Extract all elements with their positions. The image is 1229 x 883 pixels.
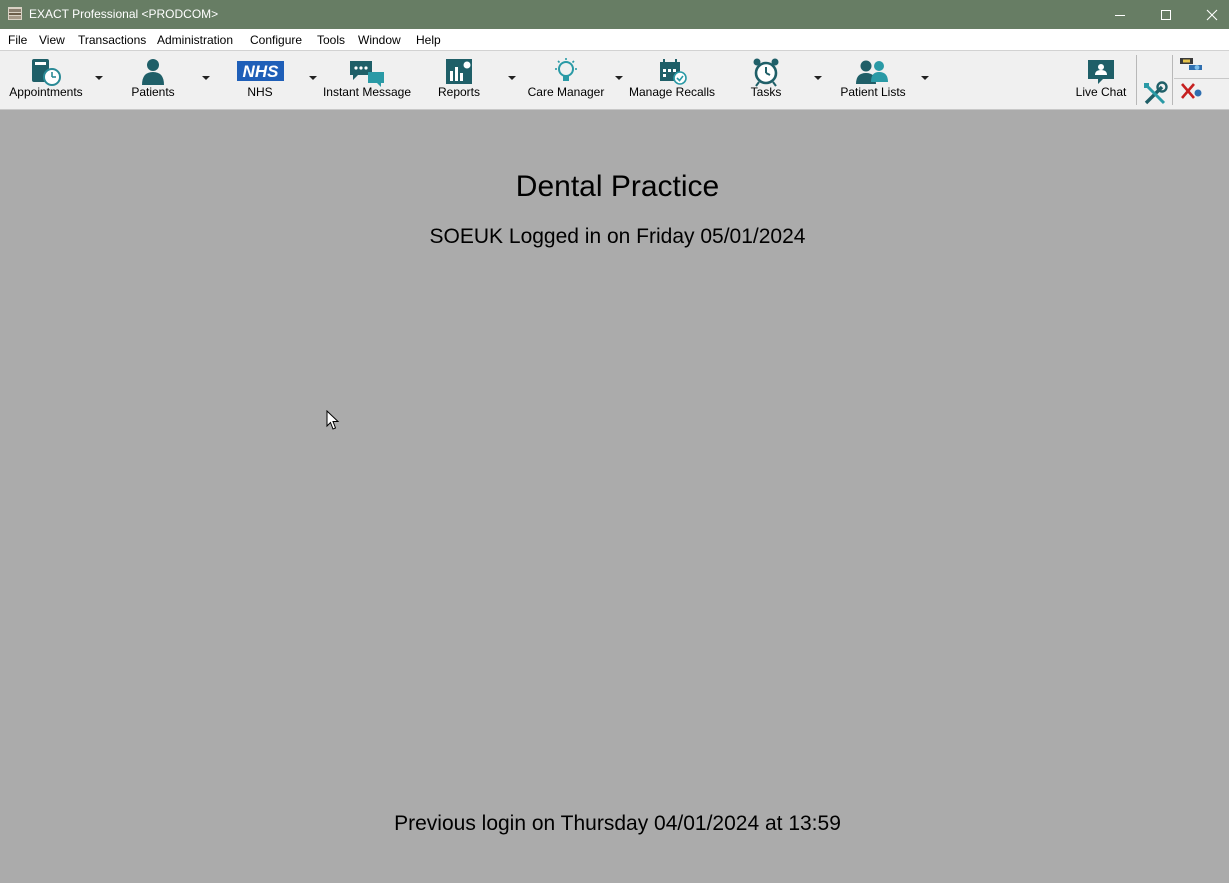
lightbulb-icon — [555, 58, 577, 81]
menu-window[interactable]: Window — [358, 33, 401, 47]
main-content: Dental Practice SOEUK Logged in on Frida… — [0, 110, 1229, 881]
login-status-text: SOEUK Logged in on Friday 05/01/2024 — [429, 225, 806, 248]
instant-message-button[interactable]: Instant Message — [320, 51, 414, 109]
patient-person-icon — [142, 59, 164, 85]
tools-wrench-icon — [1144, 81, 1168, 105]
patients-label: Patients — [131, 85, 175, 99]
nhs-button[interactable]: NHS NHS — [230, 51, 290, 109]
disconnect-x-icon — [1181, 83, 1202, 99]
practice-name: Dental Practice — [515, 170, 720, 203]
manage-recalls-button[interactable]: Manage Recalls — [627, 51, 717, 109]
menu-tools[interactable]: Tools — [317, 33, 345, 47]
minimize-icon — [1115, 14, 1125, 16]
svg-text:NHS: NHS — [243, 62, 280, 81]
menu-transactions[interactable]: Transactions — [78, 33, 146, 47]
people-group-icon — [856, 60, 888, 84]
connect-button[interactable] — [1175, 51, 1209, 77]
appointments-button[interactable]: Appointments — [0, 51, 92, 109]
reports-button[interactable]: Reports — [428, 51, 490, 109]
patient-lists-dropdown-icon[interactable] — [921, 76, 929, 80]
reports-dropdown-icon[interactable] — [508, 76, 516, 80]
reports-label: Reports — [437, 85, 481, 99]
maximize-icon — [1161, 9, 1171, 20]
tasks-label: Tasks — [750, 85, 782, 99]
toolbar-separator — [1136, 55, 1137, 105]
appointments-label: Appointments — [9, 85, 83, 99]
chat-support-icon — [1088, 60, 1114, 84]
alarm-clock-icon — [753, 58, 779, 87]
appointments-dropdown-icon[interactable] — [95, 76, 103, 80]
app-icon — [8, 7, 22, 20]
patients-button[interactable]: Patients — [122, 51, 184, 109]
care-manager-button[interactable]: Care Manager — [524, 51, 608, 109]
mouse-cursor-icon — [326, 410, 340, 430]
instant-message-label: Instant Message — [322, 85, 412, 99]
menu-help[interactable]: Help — [416, 33, 441, 47]
title-bar: EXACT Professional <PRODCOM> — [0, 0, 1229, 29]
care-manager-dropdown-icon[interactable] — [615, 76, 623, 80]
live-chat-button[interactable]: Live Chat — [1072, 51, 1130, 109]
tools-button[interactable] — [1138, 51, 1172, 109]
chat-bubbles-icon — [350, 61, 384, 87]
toolbar-separator-2 — [1172, 55, 1173, 105]
tasks-button[interactable]: Tasks — [735, 51, 797, 109]
appointments-clock-icon — [32, 59, 61, 86]
menu-file[interactable]: File — [8, 33, 27, 47]
minimize-button[interactable] — [1097, 0, 1143, 29]
maximize-button[interactable] — [1143, 0, 1189, 29]
previous-login-text: Previous login on Thursday 04/01/2024 at… — [394, 812, 841, 835]
care-manager-label: Care Manager — [527, 85, 605, 99]
calendar-check-icon — [660, 59, 687, 85]
network-connect-icon — [1180, 58, 1202, 70]
patients-dropdown-icon[interactable] — [202, 76, 210, 80]
bar-chart-icon — [446, 59, 472, 84]
nhs-label: NHS — [247, 85, 273, 99]
menu-bar: File View Transactions Administration Co… — [0, 29, 1229, 50]
nhs-dropdown-icon[interactable] — [309, 76, 317, 80]
manage-recalls-label: Manage Recalls — [628, 85, 716, 99]
patient-lists-button[interactable]: Patient Lists — [834, 51, 912, 109]
disconnect-button[interactable] — [1175, 79, 1209, 107]
menu-configure[interactable]: Configure — [250, 33, 302, 47]
live-chat-label: Live Chat — [1075, 85, 1127, 99]
window-title: EXACT Professional <PRODCOM> — [29, 7, 219, 21]
patient-lists-label: Patient Lists — [840, 85, 906, 99]
toolbar: Appointments Patients NHS NHS Instant Me… — [0, 50, 1229, 110]
menu-view[interactable]: View — [39, 33, 65, 47]
close-button[interactable] — [1189, 0, 1229, 29]
close-icon — [1206, 9, 1218, 20]
nhs-logo-icon: NHS — [237, 61, 284, 81]
tasks-dropdown-icon[interactable] — [814, 76, 822, 80]
menu-administration[interactable]: Administration — [157, 33, 233, 47]
